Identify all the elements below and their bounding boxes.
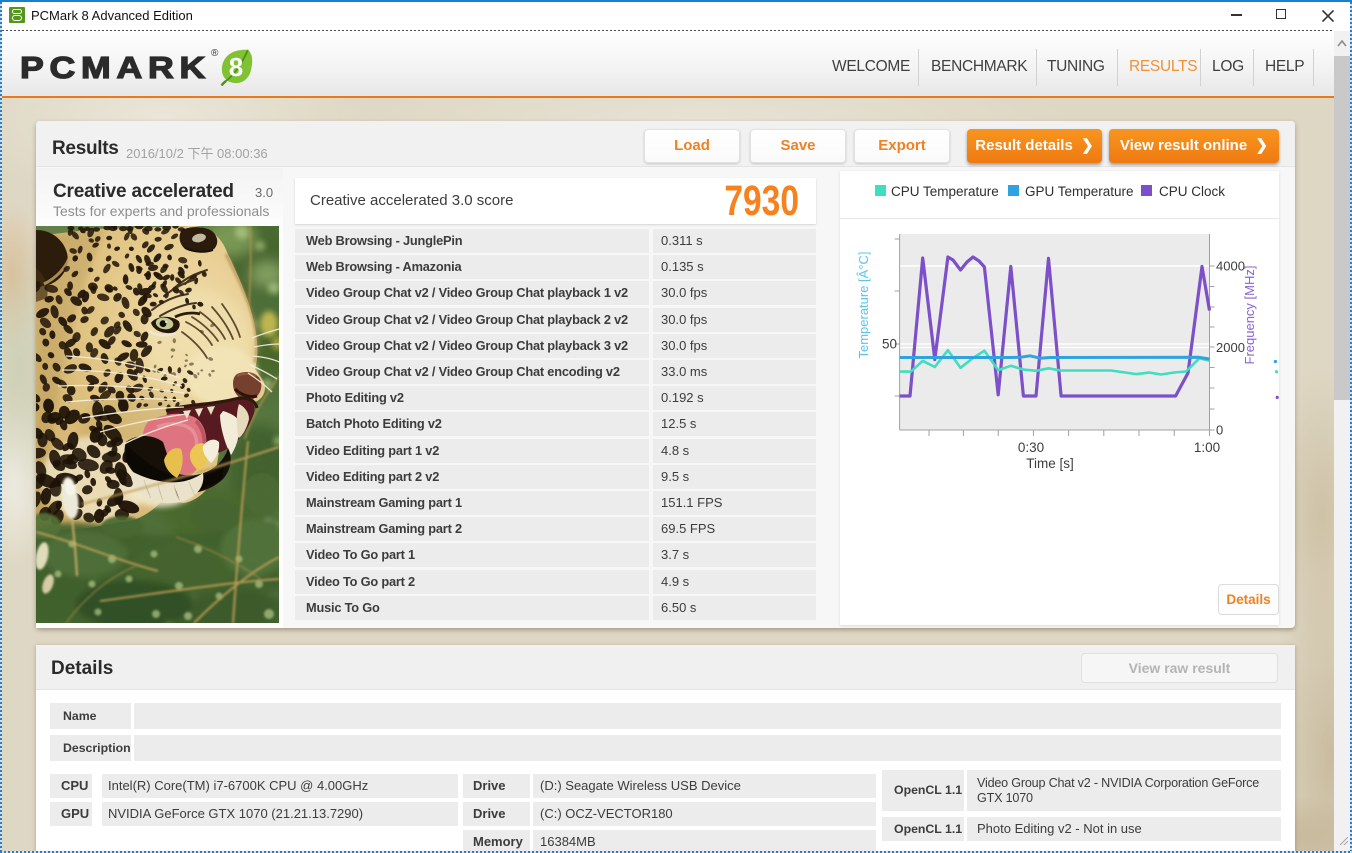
svg-text:1:00: 1:00 (1194, 440, 1220, 455)
svg-text:GPU Temperature: GPU Temperature (1025, 184, 1134, 199)
svg-text:Frequency [MHz]: Frequency [MHz] (1242, 266, 1257, 365)
svg-text:2000: 2000 (1216, 340, 1245, 355)
svg-text:CPU Clock: CPU Clock (1159, 184, 1225, 199)
svg-text:Temperature [Â°C]: Temperature [Â°C] (856, 251, 871, 358)
svg-text:50: 50 (882, 337, 897, 352)
svg-text:8: 8 (229, 52, 243, 82)
svg-text:Time [s]: Time [s] (1026, 456, 1074, 471)
svg-text:0:30: 0:30 (1018, 440, 1044, 455)
svg-text:4000: 4000 (1216, 259, 1245, 274)
svg-text:0: 0 (1216, 423, 1223, 438)
svg-text:CPU Temperature: CPU Temperature (891, 184, 999, 199)
